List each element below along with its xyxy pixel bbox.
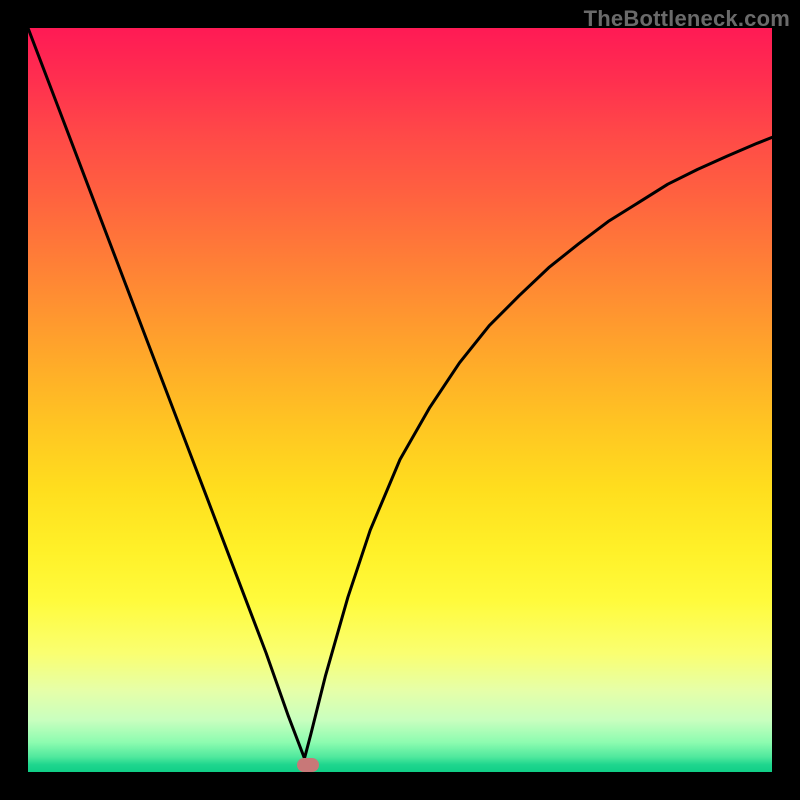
optimal-point-marker (297, 758, 319, 772)
chart-frame: TheBottleneck.com (0, 0, 800, 800)
bottleneck-curve (28, 28, 772, 772)
watermark-text: TheBottleneck.com (584, 6, 790, 32)
plot-area (28, 28, 772, 772)
